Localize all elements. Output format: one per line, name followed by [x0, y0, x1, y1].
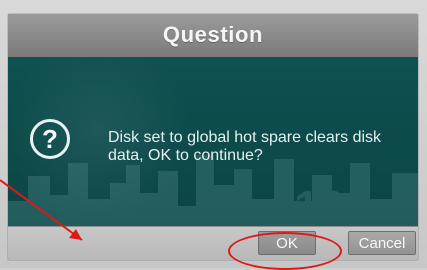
svg-text:199: 199 [294, 181, 371, 231]
dialog-content: 199 ? Disk set to global hot spare clear… [8, 57, 418, 231]
dialog-message: Disk set to global hot spare clears disk… [108, 129, 382, 164]
dialog-title: Question [162, 22, 264, 47]
dialog-titlebar: Question [8, 14, 418, 58]
question-dialog: Question 199 ? Disk set to global hot sp… [8, 14, 418, 260]
ok-button[interactable]: OK [258, 231, 316, 255]
dialog-buttons: OK Cancel [8, 226, 418, 260]
question-icon: ? [30, 119, 70, 159]
cancel-button[interactable]: Cancel [348, 231, 416, 255]
